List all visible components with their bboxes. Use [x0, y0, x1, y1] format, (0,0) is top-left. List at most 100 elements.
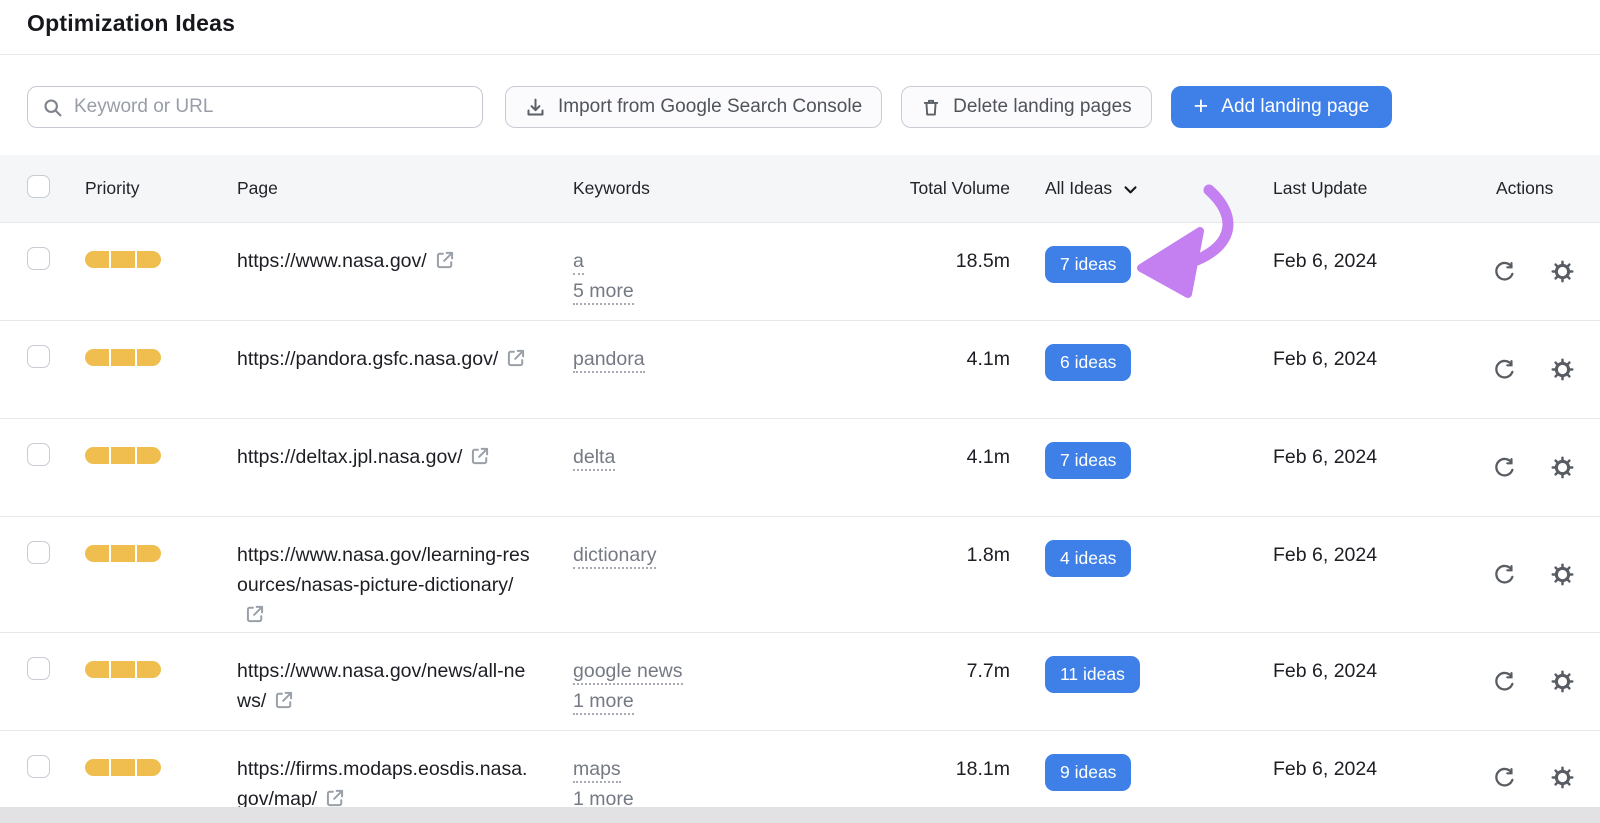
keyword-link[interactable]: a	[573, 250, 584, 275]
external-link-icon[interactable]	[325, 788, 345, 808]
last-update-value: Feb 6, 2024	[1273, 223, 1483, 320]
row-checkbox[interactable]	[27, 657, 50, 680]
landing-pages-table: Priority Page Keywords Total Volume All …	[0, 155, 1600, 823]
priority-indicator	[85, 349, 161, 366]
toolbar: Import from Google Search Console Delete…	[0, 55, 1600, 155]
column-header-total-volume: Total Volume	[880, 178, 1010, 199]
trash-icon	[921, 97, 941, 118]
refresh-icon[interactable]	[1493, 670, 1516, 693]
table-row: https://www.nasa.gov/news/all-news/googl…	[0, 632, 1600, 730]
row-checkbox[interactable]	[27, 755, 50, 778]
row-checkbox[interactable]	[27, 345, 50, 368]
page-title: Optimization Ideas	[27, 10, 235, 36]
total-volume-value: 18.5m	[880, 223, 1010, 320]
keyword-link[interactable]: dictionary	[573, 544, 656, 569]
delete-landing-pages-button[interactable]: Delete landing pages	[901, 86, 1152, 128]
refresh-icon[interactable]	[1493, 260, 1516, 283]
ideas-button[interactable]: 11 ideas	[1045, 656, 1140, 693]
ideas-button[interactable]: 7 ideas	[1045, 246, 1131, 283]
bottom-edge-strip	[0, 807, 1600, 823]
row-checkbox[interactable]	[27, 541, 50, 564]
table-body: https://www.nasa.gov/a 5 more 18.5m 7 ideas…	[0, 222, 1600, 823]
gear-icon[interactable]	[1551, 456, 1574, 479]
total-volume-value: 4.1m	[880, 419, 1010, 516]
ideas-button[interactable]: 6 ideas	[1045, 344, 1131, 381]
total-volume-value: 1.8m	[880, 517, 1010, 632]
last-update-value: Feb 6, 2024	[1273, 321, 1483, 418]
ideas-button[interactable]: 4 ideas	[1045, 540, 1131, 577]
refresh-icon[interactable]	[1493, 563, 1516, 586]
all-ideas-filter-dropdown[interactable]: All Ideas	[1045, 178, 1139, 199]
chevron-down-icon	[1122, 181, 1139, 198]
page-url-link[interactable]: https://firms.modaps.eosdis.nasa.gov/map…	[237, 754, 533, 814]
add-landing-page-label: Add landing page	[1221, 96, 1369, 118]
gear-icon[interactable]	[1551, 563, 1574, 586]
all-ideas-filter-label: All Ideas	[1045, 178, 1112, 199]
keyword-link[interactable]: pandora	[573, 348, 645, 373]
column-header-keywords: Keywords	[573, 178, 880, 199]
row-checkbox[interactable]	[27, 247, 50, 270]
refresh-icon[interactable]	[1493, 358, 1516, 381]
optimization-ideas-page: Optimization Ideas Import from Google Se…	[0, 0, 1600, 823]
priority-indicator	[85, 447, 161, 464]
priority-indicator	[85, 661, 161, 678]
priority-indicator	[85, 759, 161, 776]
external-link-icon[interactable]	[245, 604, 265, 624]
priority-indicator	[85, 545, 161, 562]
column-header-page: Page	[237, 178, 573, 199]
column-header-last-update: Last Update	[1273, 178, 1483, 199]
page-url-link[interactable]: https://www.nasa.gov/news/all-news/	[237, 656, 533, 716]
total-volume-value: 4.1m	[880, 321, 1010, 418]
keywords-cell: delta	[573, 419, 880, 516]
keywords-cell: google news 1 more	[573, 633, 880, 730]
gear-icon[interactable]	[1551, 670, 1574, 693]
import-gsc-button[interactable]: Import from Google Search Console	[505, 86, 882, 128]
total-volume-value: 7.7m	[880, 633, 1010, 730]
table-row: https://www.nasa.gov/a 5 more 18.5m 7 ideas…	[0, 222, 1600, 320]
row-checkbox[interactable]	[27, 443, 50, 466]
keywords-cell: dictionary	[573, 517, 880, 632]
download-icon	[525, 97, 546, 118]
keyword-link[interactable]: delta	[573, 446, 615, 471]
last-update-value: Feb 6, 2024	[1273, 517, 1483, 632]
keyword-link[interactable]: 1 more	[573, 690, 634, 715]
ideas-button[interactable]: 9 ideas	[1045, 754, 1131, 791]
external-link-icon[interactable]	[435, 250, 455, 270]
gear-icon[interactable]	[1551, 260, 1574, 283]
table-header-row: Priority Page Keywords Total Volume All …	[0, 155, 1600, 222]
plus-icon: +	[1194, 94, 1209, 119]
keyword-link[interactable]: google news	[573, 660, 683, 685]
table-row: https://deltax.jpl.nasa.gov/delta 4.1m 7 i…	[0, 418, 1600, 516]
ideas-button[interactable]: 7 ideas	[1045, 442, 1131, 479]
last-update-value: Feb 6, 2024	[1273, 419, 1483, 516]
page-url-link[interactable]: https://deltax.jpl.nasa.gov/	[237, 442, 490, 472]
keyword-link[interactable]: maps	[573, 758, 621, 783]
page-url-link[interactable]: https://www.nasa.gov/	[237, 246, 455, 276]
last-update-value: Feb 6, 2024	[1273, 633, 1483, 730]
delete-landing-pages-label: Delete landing pages	[953, 96, 1132, 118]
search-icon	[42, 97, 63, 118]
external-link-icon[interactable]	[274, 690, 294, 710]
add-landing-page-button[interactable]: + Add landing page	[1171, 86, 1393, 128]
keywords-cell: pandora	[573, 321, 880, 418]
refresh-icon[interactable]	[1493, 766, 1516, 789]
gear-icon[interactable]	[1551, 766, 1574, 789]
priority-indicator	[85, 251, 161, 268]
external-link-icon[interactable]	[506, 348, 526, 368]
page-url-link[interactable]: https://www.nasa.gov/learning-resources/…	[237, 540, 533, 630]
import-gsc-label: Import from Google Search Console	[558, 96, 862, 118]
gear-icon[interactable]	[1551, 358, 1574, 381]
keywords-cell: a 5 more	[573, 223, 880, 320]
keyword-link[interactable]: 5 more	[573, 280, 634, 305]
title-bar: Optimization Ideas	[0, 0, 1600, 55]
page-url-link[interactable]: https://pandora.gsfc.nasa.gov/	[237, 344, 526, 374]
table-row: https://pandora.gsfc.nasa.gov/pandora 4.1…	[0, 320, 1600, 418]
column-header-actions: Actions	[1483, 178, 1600, 199]
refresh-icon[interactable]	[1493, 456, 1516, 479]
column-header-priority: Priority	[85, 178, 237, 199]
external-link-icon[interactable]	[470, 446, 490, 466]
search-input[interactable]	[74, 96, 468, 118]
select-all-checkbox[interactable]	[27, 175, 50, 198]
search-box	[27, 86, 483, 128]
table-row: https://www.nasa.gov/learning-resources/…	[0, 516, 1600, 632]
